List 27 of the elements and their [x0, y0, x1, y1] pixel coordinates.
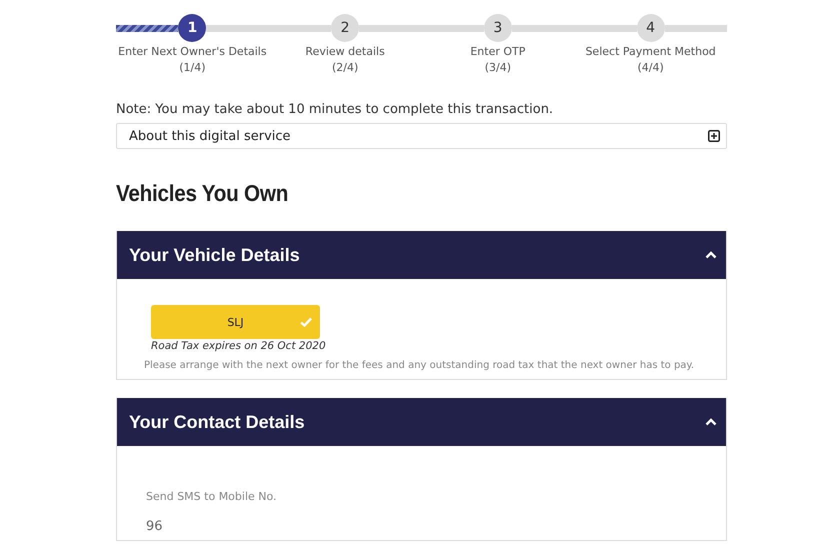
plus-box-icon[interactable]: [708, 130, 720, 142]
note-text: Note: You may take about 10 minutes to complete this transaction.: [116, 102, 554, 117]
progress-fill: [116, 24, 178, 32]
step-number[interactable]: 2: [331, 14, 360, 42]
step-count: (2/4): [332, 61, 358, 74]
step-count: (4/4): [637, 61, 664, 74]
panel-header[interactable]: Your Contact Details: [117, 398, 726, 446]
step-label: Enter OTP: [470, 45, 526, 58]
field-label: Send SMS to Mobile No.: [146, 490, 278, 503]
step-label: Review details: [305, 45, 385, 58]
step-number[interactable]: 4: [636, 14, 665, 42]
accordion-toggle[interactable]: About this digital service: [116, 123, 727, 149]
step-number[interactable]: 1: [178, 14, 206, 42]
section-heading: Vehicles You Own: [116, 180, 290, 207]
step-count: (3/4): [484, 61, 512, 74]
vehicle-chip[interactable]: SLJ: [151, 305, 320, 339]
road-tax-text: Road Tax expires on 26 Oct 2020: [151, 340, 327, 352]
chevron-up-icon[interactable]: [705, 251, 717, 259]
hint-text: Please arrange with the next owner for the fees and any outstanding road tax that the next owner has to pay.: [144, 360, 696, 371]
mobile-number: 96: [146, 519, 164, 534]
step-number[interactable]: 3: [484, 14, 512, 42]
step-count: (1/4): [179, 61, 206, 74]
step-label: Enter Next Owner's Details: [118, 45, 267, 58]
panel-header[interactable]: Your Vehicle Details: [117, 231, 726, 279]
chevron-up-icon[interactable]: [705, 418, 717, 426]
check-icon: [300, 317, 312, 327]
step-label: Select Payment Method: [585, 45, 716, 58]
